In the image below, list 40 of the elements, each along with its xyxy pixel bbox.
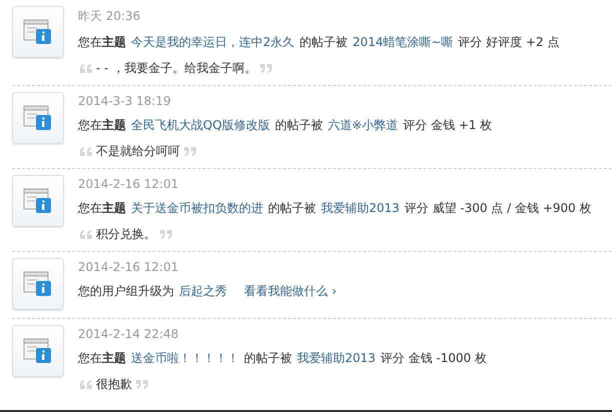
notice-text: 评分 金钱 +1 枚 [402, 117, 492, 134]
notice-text: 您在主题 [78, 34, 126, 51]
quote-text: 很抱歉 [96, 376, 132, 393]
notice-text: 的帖子被 [268, 200, 316, 217]
notice-time: 昨天 20:36 [78, 8, 142, 25]
notice-link[interactable]: 今天是我的幸运日，连中2永久 [131, 34, 295, 51]
notice-link[interactable]: 后起之秀 [179, 283, 227, 300]
close-quote-icon [160, 230, 172, 239]
open-quote-icon [80, 64, 92, 73]
notice-link[interactable]: 全民飞机大战QQ版修改版 [131, 117, 270, 134]
close-quote-icon [260, 64, 272, 73]
quote-text: 积分兑换。 [96, 226, 156, 243]
notice-time: 2014-2-16 12:01 [78, 260, 180, 274]
notice-link[interactable]: 看看我能做什么 › [244, 283, 337, 300]
notice-link[interactable]: 关于送金币被扣负数的进 [131, 200, 263, 217]
notice-text: 评分 金钱 -1000 枚 [380, 350, 487, 367]
notice-text: 您的用户组升级为 [78, 283, 174, 300]
notice-text: 您在主题 [78, 117, 126, 134]
quote-text: 不是就给分呵呵 [96, 143, 180, 160]
notice-text: 评分 威望 -300 点 / 金钱 +900 枚 [404, 200, 592, 217]
quote-text: - - ，我要金子。给我金子啊。 [96, 60, 256, 77]
close-quote-icon [184, 147, 196, 156]
notice-text: 的帖子被 [244, 350, 292, 367]
open-quote-icon [80, 380, 92, 389]
notice-link[interactable]: 2014蜡笔涂嘶~嘶 [352, 34, 454, 51]
notice-link[interactable]: 我爱辅助2013 [297, 350, 376, 367]
notice-text: 的帖子被 [274, 117, 323, 134]
notice-text: 您在主题 [78, 350, 126, 367]
notice-link[interactable]: 六道※小弊道 [328, 117, 398, 134]
notice-text: 评分 好评度 +2 点 [458, 34, 560, 51]
notice-link[interactable]: 我爱辅助2013 [321, 200, 400, 217]
notice-time: 2014-2-16 12:01 [78, 177, 180, 191]
open-quote-icon [80, 147, 92, 156]
notice-link[interactable]: 送金币啦！！！！！ [131, 350, 239, 367]
open-quote-icon [80, 230, 92, 239]
notice-text: 您在主题 [78, 200, 126, 217]
notice-time: 2014-2-14 22:48 [78, 327, 180, 341]
notice-text: 的帖子被 [300, 34, 348, 51]
notice-time: 2014-3-3 18:19 [78, 94, 172, 108]
close-quote-icon [136, 380, 148, 389]
